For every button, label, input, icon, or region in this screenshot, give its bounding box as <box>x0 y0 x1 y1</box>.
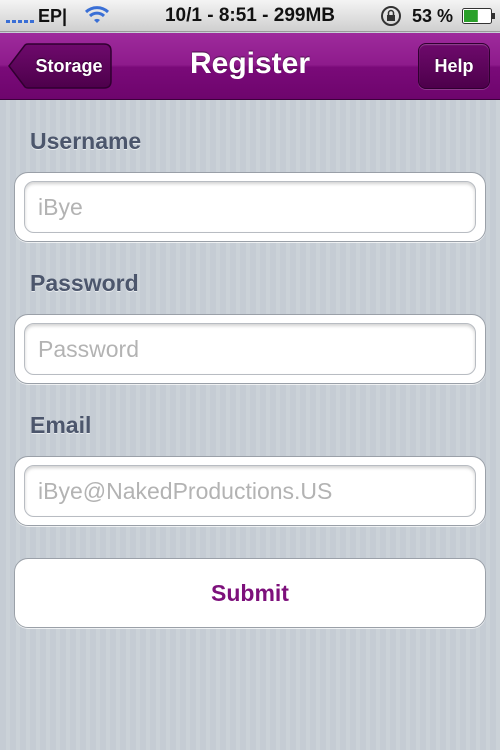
battery-percent: 53 % <box>412 6 454 26</box>
navigation-bar: Storage Register Help <box>0 33 500 100</box>
email-field-container <box>14 456 486 526</box>
username-field-container <box>14 172 486 242</box>
help-button[interactable]: Help <box>418 43 490 89</box>
username-input[interactable] <box>24 181 476 233</box>
status-bar: EP| 10/1 - 8:51 - 299MB 53 % <box>0 0 500 32</box>
email-input[interactable] <box>24 465 476 517</box>
battery-icon <box>462 8 495 24</box>
submit-button[interactable]: Submit <box>14 558 486 628</box>
orientation-lock-icon <box>381 6 401 26</box>
email-label: Email <box>30 412 92 438</box>
password-field-container <box>14 314 486 384</box>
password-input[interactable] <box>24 323 476 375</box>
username-label: Username <box>30 128 142 154</box>
password-label: Password <box>30 270 139 296</box>
